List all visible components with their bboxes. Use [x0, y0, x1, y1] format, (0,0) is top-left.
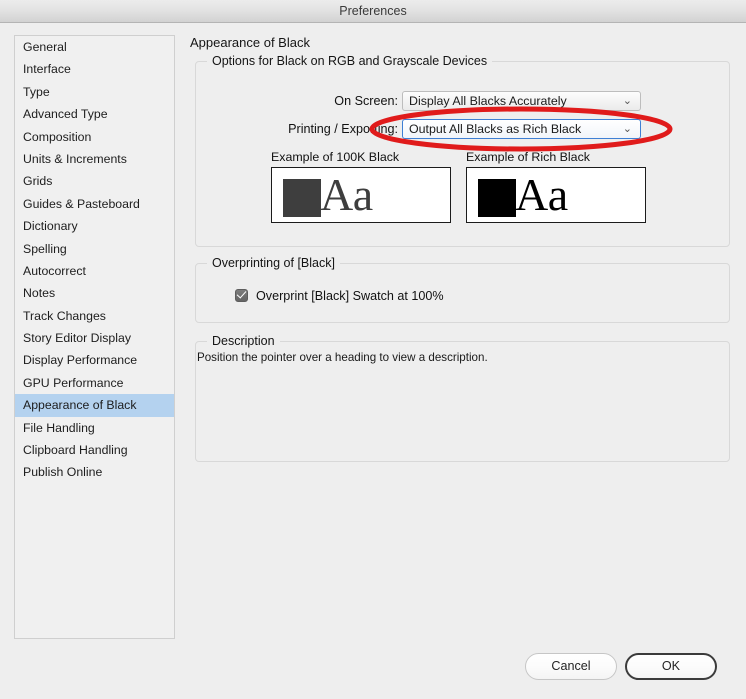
on-screen-dropdown-value: Display All Blacks Accurately: [409, 94, 567, 108]
overprinting-groupbox-legend: Overprinting of [Black]: [207, 256, 340, 270]
sidebar-item-file-handling[interactable]: File Handling: [15, 417, 174, 439]
on-screen-label: On Screen:: [334, 94, 398, 108]
preferences-dialog: Preferences General Interface Type Advanced…: [0, 0, 746, 699]
options-groupbox: Options for Black on RGB and Grayscale D…: [195, 54, 730, 247]
example-100k-black-swatch: [283, 179, 321, 217]
checkmark-icon: [236, 287, 246, 299]
example-rich-black-sample-text: Aa: [515, 169, 568, 220]
sidebar-item-clipboard-handling[interactable]: Clipboard Handling: [15, 439, 174, 461]
sidebar-item-interface[interactable]: Interface: [15, 58, 174, 80]
sidebar-item-grids[interactable]: Grids: [15, 170, 174, 192]
example-100k-black-preview: Aa: [271, 167, 451, 223]
example-rich-black-label: Example of Rich Black: [466, 150, 590, 164]
overprint-checkbox-label: Overprint [Black] Swatch at 100%: [256, 289, 444, 303]
sidebar-item-publish-online[interactable]: Publish Online: [15, 461, 174, 483]
on-screen-row: On Screen:: [196, 91, 398, 111]
on-screen-dropdown[interactable]: Display All Blacks Accurately ⌄: [402, 91, 641, 111]
cancel-button[interactable]: Cancel: [525, 653, 617, 680]
preferences-category-list[interactable]: General Interface Type Advanced Type Composi…: [14, 35, 175, 639]
chevron-down-icon: ⌄: [622, 123, 632, 135]
sidebar-item-appearance-of-black[interactable]: Appearance of Black: [15, 394, 174, 417]
sidebar-item-advanced-type[interactable]: Advanced Type: [15, 103, 174, 125]
example-rich-black-swatch: [478, 179, 516, 217]
options-groupbox-legend: Options for Black on RGB and Grayscale D…: [207, 54, 493, 68]
ok-button[interactable]: OK: [625, 653, 717, 680]
window-titlebar: Preferences: [0, 0, 746, 23]
sidebar-item-composition[interactable]: Composition: [15, 126, 174, 148]
printing-exporting-dropdown-value: Output All Blacks as Rich Black: [409, 122, 582, 136]
main-pane: Appearance of Black Options for Black on…: [190, 35, 730, 635]
sidebar-item-spelling[interactable]: Spelling: [15, 238, 174, 260]
chevron-down-icon: ⌄: [622, 95, 632, 107]
printing-exporting-row: Printing / Exporting:: [196, 119, 398, 139]
description-text: Position the pointer over a heading to v…: [197, 351, 488, 364]
example-100k-black-label: Example of 100K Black: [271, 150, 400, 164]
printing-exporting-dropdown[interactable]: Output All Blacks as Rich Black ⌄: [402, 119, 641, 139]
sidebar-item-type[interactable]: Type: [15, 81, 174, 103]
sidebar-item-story-editor-display[interactable]: Story Editor Display: [15, 327, 174, 349]
sidebar-item-guides-pasteboard[interactable]: Guides & Pasteboard: [15, 193, 174, 215]
example-100k-black-sample-text: Aa: [320, 169, 373, 220]
sidebar-item-gpu-performance[interactable]: GPU Performance: [15, 372, 174, 394]
overprint-checkbox[interactable]: [235, 287, 248, 302]
example-rich-black-preview: Aa: [466, 167, 646, 223]
sidebar-item-track-changes[interactable]: Track Changes: [15, 305, 174, 327]
printing-exporting-label: Printing / Exporting:: [288, 122, 398, 136]
sidebar-item-dictionary[interactable]: Dictionary: [15, 215, 174, 237]
description-groupbox-legend: Description: [207, 334, 280, 348]
sidebar-item-display-performance[interactable]: Display Performance: [15, 349, 174, 371]
sidebar-item-units-increments[interactable]: Units & Increments: [15, 148, 174, 170]
window-title: Preferences: [339, 4, 407, 18]
page-title: Appearance of Black: [190, 35, 310, 50]
sidebar-item-general[interactable]: General: [15, 36, 174, 58]
sidebar-item-notes[interactable]: Notes: [15, 282, 174, 304]
sidebar-item-autocorrect[interactable]: Autocorrect: [15, 260, 174, 282]
